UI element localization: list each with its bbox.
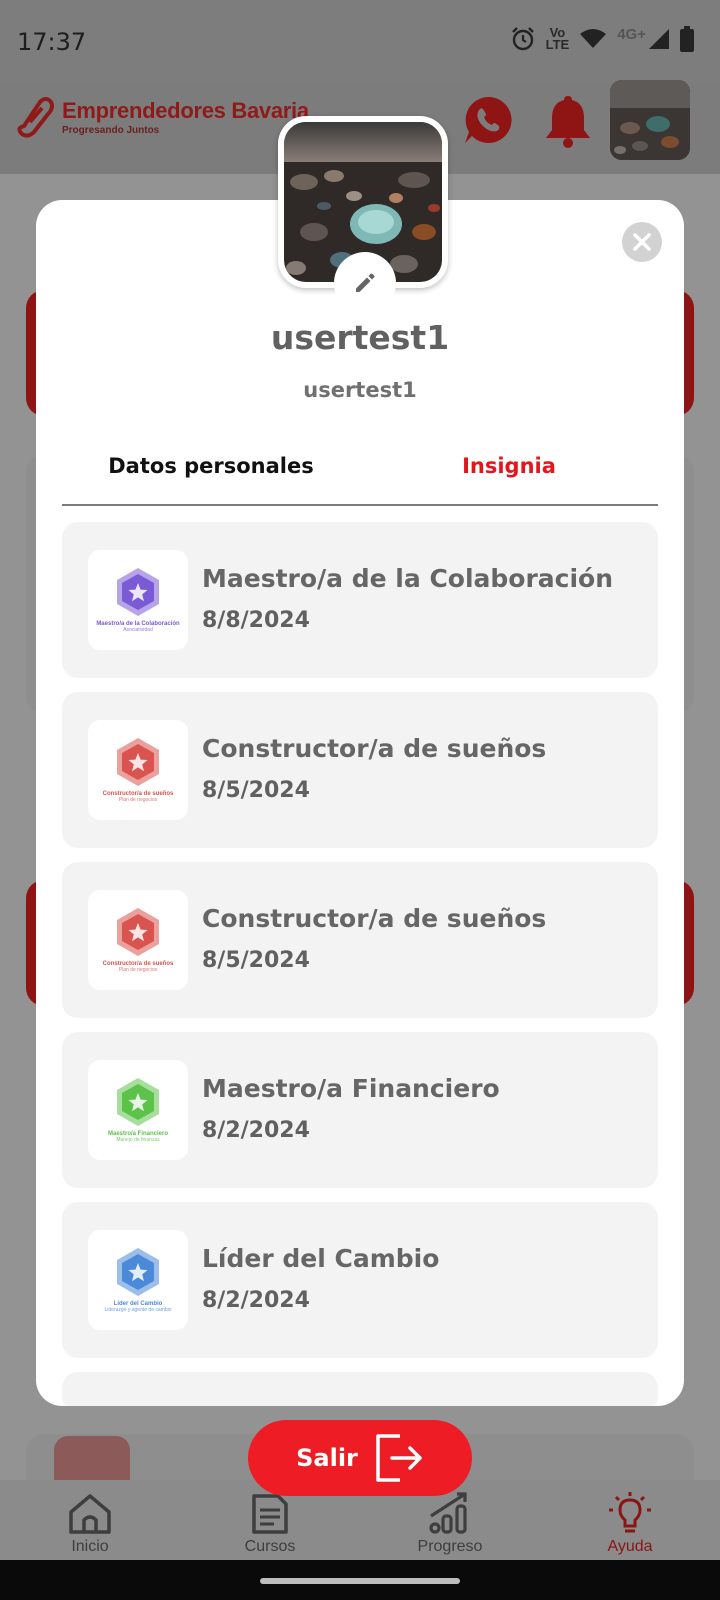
- volte-indicator: Vo LTE: [545, 26, 570, 52]
- alarm-icon: [511, 27, 534, 51]
- badge-image: Maestro/a de la Colaboración Asociativid…: [88, 550, 188, 650]
- status-icons: Vo LTE 4G+: [510, 26, 694, 52]
- close-button[interactable]: [622, 222, 662, 262]
- exit-button[interactable]: Salir: [248, 1420, 472, 1496]
- status-bar: 17:37 Vo LTE 4G+: [0, 0, 720, 84]
- hexagon-star-badge-icon: [117, 1078, 159, 1126]
- badge-title: Maestro/a Financiero: [202, 1074, 500, 1103]
- brand-logo: Emprendedores Bavaria Progresando Juntos: [16, 96, 309, 138]
- badge-card-partial[interactable]: [62, 1372, 658, 1406]
- volte-lte-text: LTE: [545, 37, 570, 52]
- badge-image: Constructor/a de sueños Plan de negocios: [88, 890, 188, 990]
- profile-modal: usertest1 usertest1 Datos personales Ins…: [36, 200, 684, 1406]
- badge-subcaption: Plan de negocios: [118, 797, 158, 803]
- hexagon-star-badge-icon: [117, 1248, 159, 1296]
- badge-date: 8/5/2024: [202, 948, 310, 973]
- badge-title: Constructor/a de sueños: [202, 904, 547, 933]
- battery-icon: [680, 26, 694, 52]
- badge-date: 8/5/2024: [202, 778, 310, 803]
- home-indicator[interactable]: [260, 1578, 460, 1584]
- badge-card[interactable]: Constructor/a de sueños Plan de negocios…: [62, 692, 658, 848]
- badge-image: Líder del Cambio Liderazgo y agente de c…: [88, 1230, 188, 1330]
- wifi-icon: [580, 29, 607, 48]
- badge-card[interactable]: Constructor/a de sueños Plan de negocios…: [62, 862, 658, 1018]
- badge-title: Constructor/a de sueños: [202, 734, 547, 763]
- tab-datos-personales[interactable]: Datos personales: [62, 428, 360, 504]
- edit-photo-button[interactable]: [334, 252, 396, 314]
- system-nav-bar: [0, 1560, 720, 1600]
- badge-subcaption: Manejo de finanzas: [116, 1137, 160, 1143]
- lightbulb-icon: [609, 1492, 651, 1533]
- nav-label-inicio: Inicio: [71, 1538, 109, 1555]
- bell-icon[interactable]: [544, 94, 592, 148]
- hexagon-star-badge-icon: [117, 738, 159, 786]
- badge-list: Maestro/a de la Colaboración Asociativid…: [62, 522, 658, 1406]
- status-time: 17:37: [17, 28, 87, 56]
- brand-name: Emprendedores Bavaria: [62, 98, 309, 123]
- tab-insignia[interactable]: Insignia: [360, 428, 658, 504]
- badge-title: Líder del Cambio: [202, 1244, 440, 1273]
- profile-tabs: Datos personales Insignia: [62, 428, 658, 506]
- nav-label-progreso: Progreso: [417, 1538, 483, 1555]
- badge-date: 8/8/2024: [202, 608, 310, 633]
- whatsapp-icon[interactable]: [462, 94, 514, 146]
- logout-icon: [376, 1434, 422, 1482]
- nav-label-cursos: Cursos: [244, 1538, 296, 1555]
- nav-label-ayuda: Ayuda: [607, 1538, 653, 1555]
- nav-item-inicio[interactable]: Inicio: [0, 1480, 180, 1560]
- badge-subcaption: Asociatividad: [123, 627, 153, 633]
- document-icon: [252, 1494, 288, 1534]
- hexagon-star-badge-icon: [117, 568, 159, 616]
- badge-image: Constructor/a de sueños Plan de negocios: [88, 720, 188, 820]
- network-4g-label: 4G+: [617, 25, 646, 43]
- signal-icon: [649, 29, 669, 49]
- avatar[interactable]: [610, 80, 690, 160]
- logo-mark-icon: [17, 97, 54, 138]
- hexagon-star-badge-icon: [117, 908, 159, 956]
- badge-subcaption: Liderazgo y agente de cambio: [104, 1307, 172, 1313]
- badge-card[interactable]: Líder del Cambio Liderazgo y agente de c…: [62, 1202, 658, 1358]
- avatar-photo: [610, 80, 690, 160]
- badge-card[interactable]: Maestro/a de la Colaboración Asociativid…: [62, 522, 658, 678]
- brand-tagline: Progresando Juntos: [62, 125, 160, 136]
- chart-icon: [429, 1492, 467, 1534]
- home-icon: [69, 1494, 111, 1534]
- profile-username: usertest1: [270, 318, 450, 357]
- nav-item-ayuda[interactable]: Ayuda: [540, 1480, 720, 1560]
- exit-button-label: Salir: [296, 1444, 358, 1472]
- badge-image: Maestro/a Financiero Manejo de finanzas: [88, 1060, 188, 1160]
- badge-subcaption: Plan de negocios: [118, 967, 158, 973]
- close-icon: [633, 233, 651, 251]
- profile-handle: usertest1: [303, 378, 417, 402]
- badge-card[interactable]: Maestro/a Financiero Manejo de finanzas …: [62, 1032, 658, 1188]
- badge-date: 8/2/2024: [202, 1118, 310, 1143]
- badge-title: Maestro/a de la Colaboración: [202, 564, 614, 593]
- pencil-icon: [356, 273, 375, 292]
- badge-date: 8/2/2024: [202, 1288, 310, 1313]
